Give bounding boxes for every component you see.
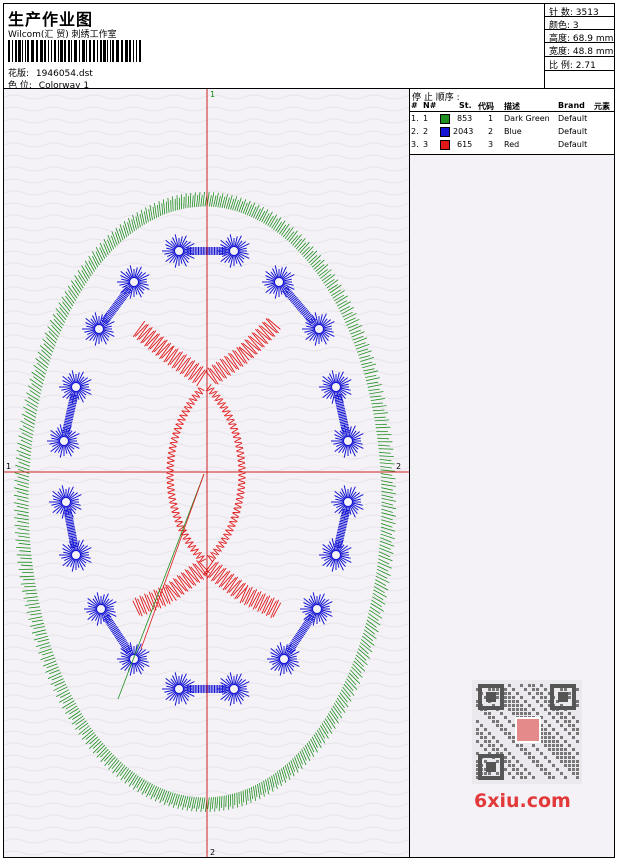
col-number: N#	[423, 101, 437, 110]
row-index: 2.	[411, 127, 419, 136]
watermark-text: 6xiu.com	[474, 790, 571, 812]
qr-code-watermark	[472, 680, 582, 784]
col-index: #	[411, 101, 418, 110]
axis-marker-right: 2	[396, 462, 401, 471]
row-index: 3.	[411, 140, 419, 149]
axis-marker-bottom: 2	[210, 848, 215, 857]
row-code: 2	[488, 127, 494, 136]
row-index: 1.	[411, 114, 419, 123]
row-description: Blue	[504, 127, 522, 136]
row-stitches: 2043	[453, 127, 474, 136]
color-swatch-green	[440, 114, 450, 124]
row-number: 1	[423, 114, 429, 123]
row-brand: Default	[558, 114, 588, 123]
stop-sequence-panel: 停 止 顺序 : # N# St. 代码 描述 Brand 元素 1. 1 85…	[410, 89, 614, 155]
color-swatch-blue	[440, 127, 450, 137]
col-brand: Brand	[558, 101, 585, 110]
col-stitches: St.	[459, 101, 472, 110]
row-code: 3	[488, 140, 494, 149]
row-stitches: 853	[457, 114, 473, 123]
axis-marker-top: 1	[210, 90, 215, 99]
stats-panel: 针 数: 3513 颜色: 3 高度: 68.9 mm 宽度: 48.8 mm …	[544, 4, 615, 88]
row-code: 1	[488, 114, 494, 123]
barcode-image	[8, 40, 141, 62]
axis-marker-left: 1	[6, 462, 11, 471]
row-number: 2	[423, 127, 429, 136]
row-brand: Default	[558, 127, 588, 136]
row-brand: Default	[558, 140, 588, 149]
row-description: Dark Green	[504, 114, 550, 123]
company-name: Wilcom(汇 贸) 刺绣工作室	[8, 30, 117, 40]
embroidery-design-view: 1 2 1 2	[4, 89, 410, 857]
embroidery-canvas: 1 2 1 2	[4, 89, 409, 857]
row-description: Red	[504, 140, 520, 149]
row-stitches: 615	[457, 140, 473, 149]
row-number: 3	[423, 140, 429, 149]
header-info: 生产作业图 Wilcom(汇 贸) 刺绣工作室 花版: 1946054.dst …	[4, 4, 544, 91]
color-swatch-red	[440, 140, 450, 150]
